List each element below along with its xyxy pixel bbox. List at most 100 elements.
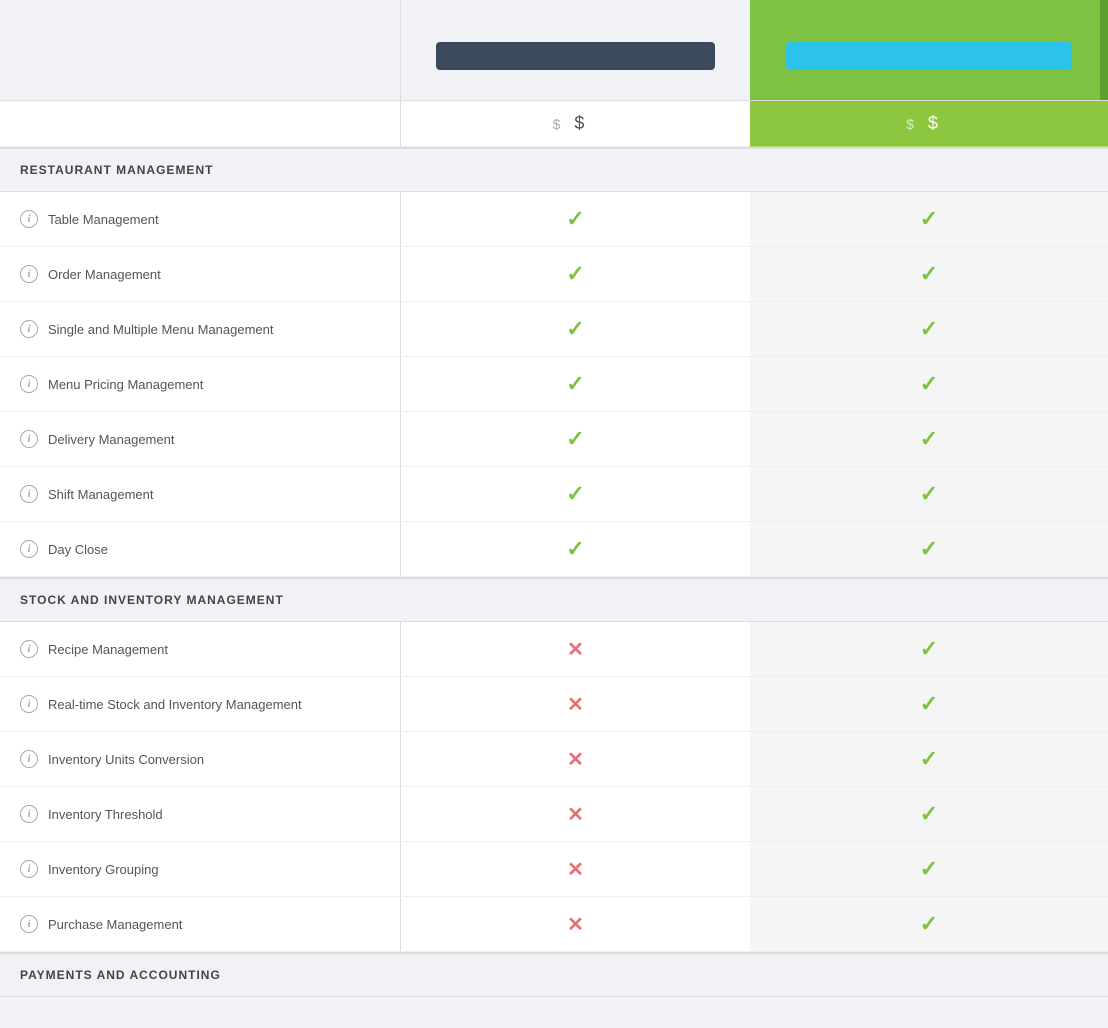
- feature-label-0-4: Delivery Management: [48, 432, 174, 447]
- feature-row-0-6: i Day Close ✓ ✓: [0, 522, 1108, 577]
- feature-label-cell-1-3: i Inventory Threshold: [0, 787, 400, 841]
- feature-label-cell-0-2: i Single and Multiple Menu Management: [0, 302, 400, 356]
- check-icon: ✓: [920, 261, 938, 287]
- basic-plan-header: [400, 0, 750, 100]
- check-icon: ✓: [920, 746, 938, 772]
- feature-row-1-3: iInventory Threshold✕✓: [0, 787, 1108, 842]
- feature-label-cell-1-0: i Recipe Management: [0, 622, 400, 676]
- feature-basic-1-3: ✕: [400, 787, 750, 841]
- feature-label-0-0: Table Management: [48, 212, 159, 227]
- check-icon: ✓: [920, 371, 938, 397]
- check-icon: ✓: [920, 316, 938, 342]
- info-icon-1-5[interactable]: i: [20, 915, 38, 933]
- basic-pricing-cell: $ $: [400, 101, 750, 147]
- feature-basic-0-3: ✓: [400, 357, 750, 411]
- check-icon: ✓: [566, 371, 584, 397]
- cross-icon: ✕: [567, 637, 584, 662]
- feature-advanced-0-3: ✓: [750, 357, 1108, 411]
- section-header-1: STOCK AND INVENTORY MANAGEMENT: [0, 577, 1108, 622]
- feature-label-1-2: Inventory Units Conversion: [48, 752, 204, 767]
- features-list-label-cell: [0, 101, 400, 147]
- check-icon: ✓: [920, 856, 938, 882]
- check-icon: ✓: [566, 536, 584, 562]
- feature-label-0-2: Single and Multiple Menu Management: [48, 322, 273, 337]
- check-icon: ✓: [920, 426, 938, 452]
- feature-advanced-0-1: ✓: [750, 247, 1108, 301]
- info-icon-1-4[interactable]: i: [20, 860, 38, 878]
- feature-advanced-1-5: ✓: [750, 897, 1108, 951]
- feature-row-0-4: iDelivery Management✓✓: [0, 412, 1108, 467]
- feature-label-cell-0-5: i Shift Management: [0, 467, 400, 521]
- feature-row-1-1: iReal-time Stock and Inventory Managemen…: [0, 677, 1108, 732]
- feature-basic-1-0: ✕: [400, 622, 750, 676]
- feature-row-0-2: i Single and Multiple Menu Management ✓ ✓: [0, 302, 1108, 357]
- feature-advanced-0-4: ✓: [750, 412, 1108, 466]
- info-icon-0-1[interactable]: i: [20, 265, 38, 283]
- feature-basic-0-5: ✓: [400, 467, 750, 521]
- feature-basic-0-6: ✓: [400, 522, 750, 576]
- check-icon: ✓: [920, 206, 938, 232]
- feature-label-0-1: Order Management: [48, 267, 161, 282]
- feature-advanced-1-1: ✓: [750, 677, 1108, 731]
- info-icon-1-1[interactable]: i: [20, 695, 38, 713]
- info-icon-0-6[interactable]: i: [20, 540, 38, 558]
- info-icon-0-5[interactable]: i: [20, 485, 38, 503]
- info-icon-0-3[interactable]: i: [20, 375, 38, 393]
- feature-label-cell-1-5: i Purchase Management: [0, 897, 400, 951]
- feature-row-0-0: i Table Management ✓ ✓: [0, 192, 1108, 247]
- feature-basic-0-2: ✓: [400, 302, 750, 356]
- advanced-trial-button[interactable]: [786, 42, 1072, 70]
- info-icon-0-4[interactable]: i: [20, 430, 38, 448]
- feature-label-0-3: Menu Pricing Management: [48, 377, 203, 392]
- feature-label-cell-1-1: iReal-time Stock and Inventory Managemen…: [0, 677, 400, 731]
- check-icon: ✓: [566, 316, 584, 342]
- section-header-2: PAYMENTS AND ACCOUNTING: [0, 952, 1108, 997]
- check-icon: ✓: [566, 261, 584, 287]
- info-icon-1-3[interactable]: i: [20, 805, 38, 823]
- basic-old-dollar: $: [553, 116, 561, 132]
- feature-label-1-4: Inventory Grouping: [48, 862, 159, 877]
- section-title-2: PAYMENTS AND ACCOUNTING: [0, 952, 1108, 997]
- cross-icon: ✕: [567, 692, 584, 717]
- info-icon-0-0[interactable]: i: [20, 210, 38, 228]
- feature-basic-0-1: ✓: [400, 247, 750, 301]
- feature-label-cell-0-1: i Order Management: [0, 247, 400, 301]
- feature-advanced-0-2: ✓: [750, 302, 1108, 356]
- check-icon: ✓: [566, 206, 584, 232]
- feature-basic-1-4: ✕: [400, 842, 750, 896]
- feature-advanced-0-0: ✓: [750, 192, 1108, 246]
- basic-trial-button[interactable]: [436, 42, 714, 70]
- feature-row-0-1: i Order Management ✓ ✓: [0, 247, 1108, 302]
- advanced-old-dollar: $: [906, 116, 914, 132]
- feature-advanced-0-6: ✓: [750, 522, 1108, 576]
- feature-row-1-0: iRecipe Management✕✓: [0, 622, 1108, 677]
- feature-basic-0-0: ✓: [400, 192, 750, 246]
- cross-icon: ✕: [567, 802, 584, 827]
- feature-label-0-6: Day Close: [48, 542, 108, 557]
- pricing-row: $ $ $ $: [0, 100, 1108, 147]
- check-icon: ✓: [920, 481, 938, 507]
- section-title-0: RESTAURANT MANAGEMENT: [0, 147, 1108, 192]
- sections-container: RESTAURANT MANAGEMENT i Table Management ✓ ✓…: [0, 147, 1108, 997]
- feature-label-1-3: Inventory Threshold: [48, 807, 163, 822]
- check-icon: ✓: [920, 536, 938, 562]
- feature-row-1-4: i Inventory Grouping ✕ ✓: [0, 842, 1108, 897]
- feature-label-cell-1-4: i Inventory Grouping: [0, 842, 400, 896]
- feature-label-1-0: Recipe Management: [48, 642, 168, 657]
- section-header-0: RESTAURANT MANAGEMENT: [0, 147, 1108, 192]
- check-icon: ✓: [920, 691, 938, 717]
- feature-label-0-5: Shift Management: [48, 487, 154, 502]
- info-icon-1-2[interactable]: i: [20, 750, 38, 768]
- feature-label-1-5: Purchase Management: [48, 917, 182, 932]
- feature-row-1-5: iPurchase Management✕✓: [0, 897, 1108, 952]
- info-icon-0-2[interactable]: i: [20, 320, 38, 338]
- advanced-pricing-cell: $ $: [750, 101, 1108, 147]
- info-icon-1-0[interactable]: i: [20, 640, 38, 658]
- feature-row-1-2: i Inventory Units Conversion ✕ ✓: [0, 732, 1108, 787]
- check-icon: ✓: [566, 481, 584, 507]
- feature-label-cell-0-3: i Menu Pricing Management: [0, 357, 400, 411]
- feature-label-cell-0-4: i Delivery Management: [0, 412, 400, 466]
- section-title-1: STOCK AND INVENTORY MANAGEMENT: [0, 577, 1108, 622]
- feature-basic-1-2: ✕: [400, 732, 750, 786]
- feature-label-cell-0-0: i Table Management: [0, 192, 400, 246]
